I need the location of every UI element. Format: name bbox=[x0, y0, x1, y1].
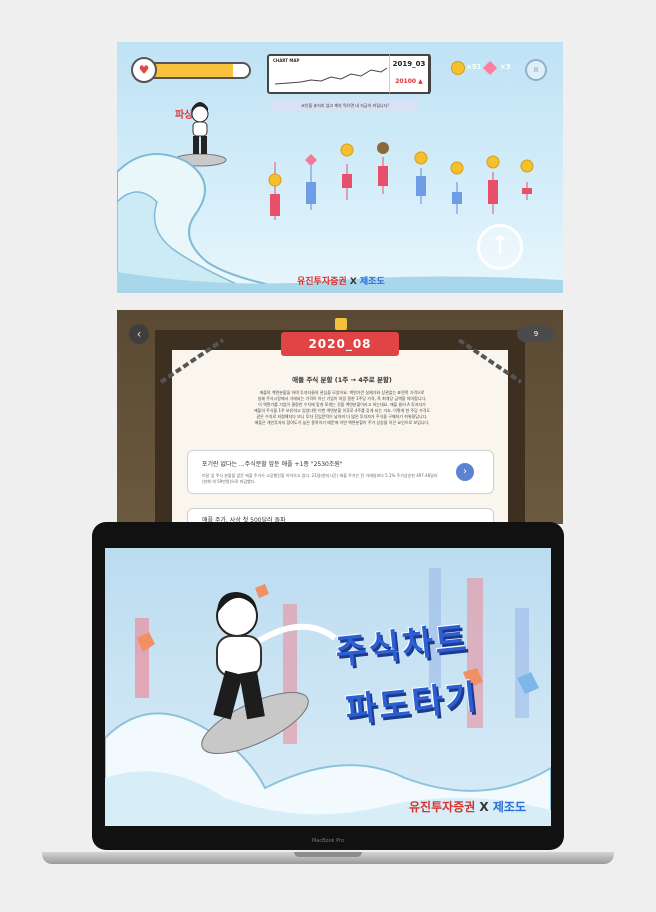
coin-count: ×51 bbox=[466, 63, 482, 71]
logo-x: X bbox=[475, 800, 493, 814]
laptop-screen: 주식차트 파도타기 유진투자증권 X 제조도 bbox=[105, 548, 551, 826]
news-headline: 애플 주식 분할 (1주 → 4주로 분할) bbox=[292, 376, 392, 384]
pause-button[interactable]: II bbox=[525, 59, 547, 81]
date-box: 2019_03 20100 ▲ bbox=[389, 54, 430, 94]
news-card-title: 포기란 없다는 ...주식분할 앞둔 애플 +1종 "2530조원" bbox=[202, 461, 343, 468]
news-card[interactable]: 포기란 없다는 ...주식분할 앞둔 애플 +1종 "2530조원" 미달 앞 … bbox=[187, 450, 494, 494]
game-screen: ♥ CHART MAP 2019_03 20100 ▲ ×51 ×3 II 코인… bbox=[117, 42, 563, 293]
date-ribbon: 2020_08 bbox=[281, 332, 399, 356]
candle-6 bbox=[452, 182, 462, 214]
gem-count-badge: 9 bbox=[517, 326, 555, 342]
current-price: 20100 ▲ bbox=[395, 78, 423, 85]
candle-4 bbox=[378, 157, 388, 194]
screen-logo: 유진투자증권 X 제조도 bbox=[409, 798, 526, 815]
news-card-body: 미달 앞 주식 분할을 앞둔 애플 주가가 고공행진을 이어가고 있다. 21일… bbox=[202, 473, 438, 484]
title-art bbox=[105, 568, 551, 826]
laptop-brand-label: MacBook Pro bbox=[311, 838, 345, 844]
coin-icon bbox=[451, 61, 465, 75]
laptop-notch bbox=[294, 852, 362, 857]
news-body-line: 애플은 개인투자자 참여도가 높은 종목이기 때문에 이번 액면분할이 주가 상… bbox=[254, 420, 430, 425]
back-button[interactable]: ‹ bbox=[129, 324, 149, 344]
lock-icon bbox=[335, 318, 347, 330]
logo-main: 유진투자증권 bbox=[409, 800, 476, 814]
logo-main: 유진투자증권 bbox=[297, 277, 347, 287]
chevron-right-icon[interactable]: › bbox=[456, 463, 474, 481]
gem-count: ×3 bbox=[500, 63, 511, 71]
candle-3 bbox=[342, 164, 352, 200]
candle-5 bbox=[416, 168, 426, 204]
logo-partner: 제조도 bbox=[492, 800, 526, 814]
candle-8 bbox=[522, 182, 532, 200]
candle-7 bbox=[488, 172, 498, 214]
hint-banner: 코인을 놓치지 않고 계속 먹으면 내 자금이 커집니다! bbox=[270, 100, 420, 111]
game-logo: 유진투자증권 X 제조도 bbox=[297, 274, 385, 287]
news-screen: 2020_08 ‹ 9 애플 주식 분할 (1주 → 4주로 분할) 애플의 액… bbox=[117, 310, 563, 524]
candle-1 bbox=[270, 162, 280, 220]
jump-up-button[interactable]: ↑ bbox=[477, 224, 523, 270]
heart-icon: ♥ bbox=[131, 57, 157, 83]
gem-icon bbox=[482, 60, 498, 76]
mini-chart-line bbox=[275, 67, 387, 85]
candle-2 bbox=[306, 164, 316, 210]
mini-chart-title: CHART MAP bbox=[273, 58, 300, 63]
candlestick-track bbox=[268, 142, 534, 220]
current-date: 2019_03 bbox=[392, 60, 426, 68]
logo-partner: 제조도 bbox=[359, 277, 385, 287]
logo-x: X bbox=[346, 277, 360, 287]
